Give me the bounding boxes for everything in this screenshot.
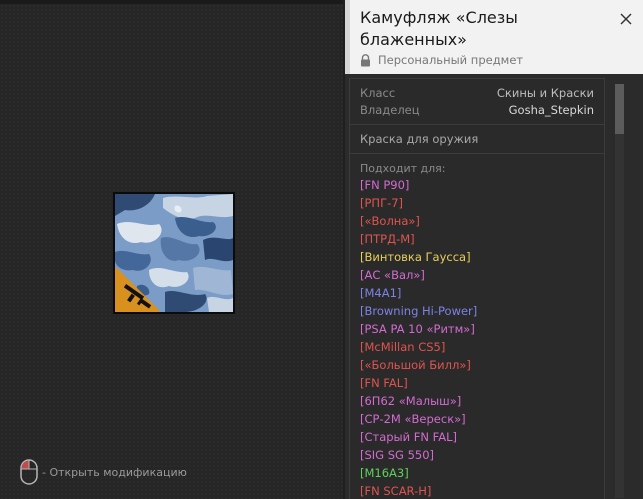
weapon-list-item: [M4A1] — [360, 286, 402, 300]
panel-header: Камуфляж «Слезы блаженных» Персональный … — [345, 0, 643, 74]
weapon-list-item: [Browning Hi-Power] — [360, 304, 478, 318]
lock-icon — [361, 53, 370, 66]
weapon-list-item: [СР-2М «Вереск»] — [360, 412, 466, 426]
info-section: Класс Скины и Краски Владелец Gosha_Step… — [349, 78, 605, 125]
item-preview-area: - Открыть модификацию — [0, 0, 343, 499]
header-accent — [345, 0, 350, 74]
scrollbar-thumb[interactable] — [615, 84, 624, 134]
weapon-list-item: [«Большой Билл»] — [360, 358, 471, 372]
top-strip — [0, 0, 343, 4]
item-type-label: Краска для оружия — [360, 132, 479, 146]
weapon-list-item: [«Волна»] — [360, 214, 420, 228]
weapon-list-item: [Старый FN FAL] — [360, 430, 457, 444]
paint-category-badge — [115, 268, 159, 312]
weapon-list-item: [ПТРД-М] — [360, 232, 415, 246]
weapon-list-item: [SIG SG 550] — [360, 448, 435, 462]
camo-item-thumbnail[interactable] — [113, 192, 235, 314]
weapon-list: [FN P90] [РПГ-7] [«Волна»] [ПТРД-М] [Винтовк… — [360, 176, 477, 499]
owner-label: Владелец — [360, 103, 420, 117]
owner-value: Gosha_Stepkin — [508, 103, 594, 117]
compatible-section: Подходит для: [FN P90] [РПГ-7] [«Волна»] [П… — [349, 153, 605, 499]
subtitle-text: Персональный предмет — [378, 53, 524, 67]
weapon-list-item: [FN FAL] — [360, 376, 408, 390]
mouse-icon — [20, 459, 38, 485]
weapon-list-item: [FN P90] — [360, 178, 410, 192]
weapon-list-item: [McMillan CS5] — [360, 340, 446, 354]
weapon-list-item: [Винтовка Гаусса] — [360, 250, 471, 264]
owner-row: Владелец Gosha_Stepkin — [360, 103, 594, 117]
weapon-list-item: [PSA PA 10 «Ритм»] — [360, 322, 475, 336]
item-subtitle: Персональный предмет — [360, 53, 523, 67]
open-modification-hint: - Открыть модификацию — [20, 458, 187, 486]
scrollbar[interactable] — [615, 84, 624, 498]
class-row: Класс Скины и Краски — [360, 86, 594, 100]
type-section: Краска для оружия — [349, 124, 605, 154]
weapon-list-item: [M16A3] — [360, 466, 409, 480]
weapon-list-item: [6П62 «Малыш»] — [360, 394, 462, 408]
hint-text: - Открыть модификацию — [42, 465, 187, 479]
weapon-list-item: [РПГ-7] — [360, 196, 404, 210]
item-details-panel: Камуфляж «Слезы блаженных» Персональный … — [345, 0, 643, 499]
details-body: Класс Скины и Краски Владелец Gosha_Step… — [349, 78, 605, 499]
class-value: Скины и Краски — [496, 86, 594, 100]
fits-label: Подходит для: — [360, 162, 446, 175]
close-icon[interactable] — [619, 12, 633, 26]
weapon-list-item: [FN SCAR-H] — [360, 484, 432, 498]
weapon-list-item: [АС «Вал»] — [360, 268, 425, 282]
item-title: Камуфляж «Слезы блаженных» — [360, 8, 518, 49]
class-label: Класс — [360, 86, 396, 100]
